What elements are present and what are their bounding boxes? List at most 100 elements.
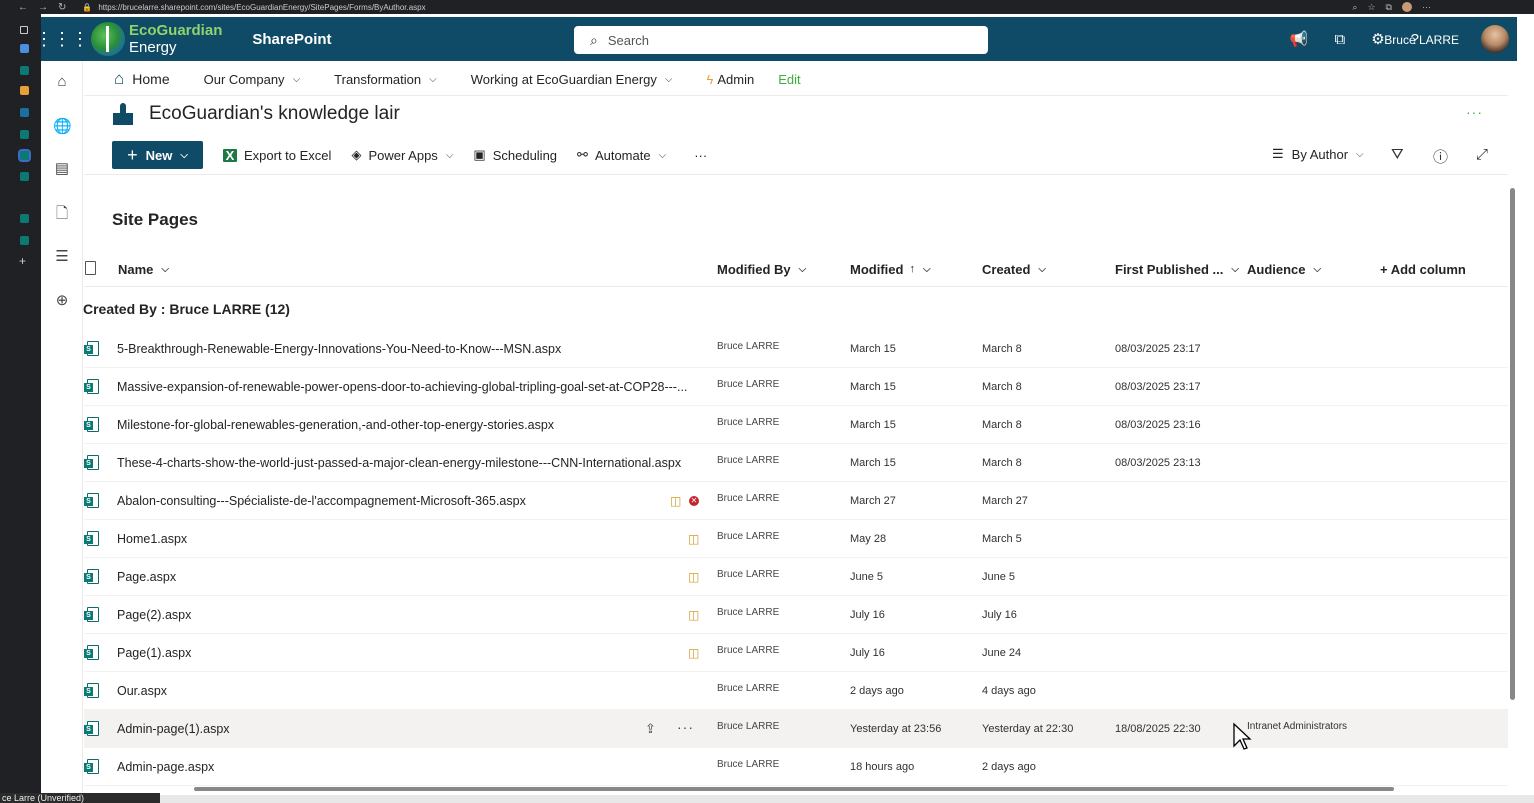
power-apps-button[interactable]: ◈ Power Apps ⌵ <box>351 147 453 163</box>
share-icon[interactable]: ⇪ <box>645 721 656 737</box>
column-header-modified-by[interactable]: Modified By ⌵ <box>717 260 806 278</box>
table-row[interactable]: S Page(1).aspx ◫ Bruce LARRE July 16 Jun… <box>84 634 1508 672</box>
home-icon[interactable]: ⌂ <box>53 73 71 91</box>
modified-by-cell[interactable]: Bruce LARRE <box>717 531 779 542</box>
news-icon[interactable]: ▤ <box>53 159 71 177</box>
back-icon[interactable]: ← <box>18 2 28 13</box>
refresh-icon[interactable]: ↻ <box>58 2 66 13</box>
lists-icon[interactable]: ☰ <box>53 247 71 265</box>
export-to-excel-button[interactable]: X Export to Excel <box>223 148 331 163</box>
tab-favicon[interactable] <box>20 108 29 117</box>
file-name-link[interactable]: Admin-page.aspx <box>117 760 214 774</box>
modified-by-cell[interactable]: Bruce LARRE <box>717 341 779 352</box>
profile-avatar[interactable] <box>1401 1 1412 12</box>
favorite-icon[interactable]: ☆ <box>1367 2 1375 13</box>
file-name-link[interactable]: Admin-page(1).aspx <box>117 722 230 736</box>
tab-favicon[interactable] <box>20 86 29 95</box>
column-header-created[interactable]: Created ⌵ <box>982 260 1046 278</box>
modified-by-cell[interactable]: Bruce LARRE <box>717 417 779 428</box>
column-header-name[interactable]: Name ⌵ <box>118 260 169 278</box>
app-launcher-icon[interactable]: ⋮⋮⋮ <box>35 29 89 50</box>
globe-icon[interactable]: 🌐 <box>53 117 72 135</box>
hub-item-transformation[interactable]: Transformation ⌵ <box>334 72 437 87</box>
hub-item-working-at[interactable]: Working at EcoGuardian Energy ⌵ <box>471 72 673 87</box>
connections-icon[interactable]: ⧉ <box>1334 31 1345 48</box>
hub-home-link[interactable]: ⌂ Home <box>114 69 170 89</box>
group-header[interactable]: Created By : Bruce LARRE (12) <box>83 301 290 317</box>
expand-icon[interactable]: ⤢ <box>1476 146 1488 163</box>
horizontal-scrollbar[interactable] <box>84 784 1508 792</box>
modified-by-cell[interactable]: Bruce LARRE <box>717 645 779 656</box>
browser-menu-icon[interactable]: ··· <box>1422 2 1431 13</box>
scheduling-button[interactable]: ▣ Scheduling <box>473 147 557 163</box>
vertical-scrollbar[interactable] <box>1508 178 1516 790</box>
hub-item-admin[interactable]: ϟ Admin <box>706 72 754 87</box>
tab-sharepoint-icon[interactable] <box>20 214 29 223</box>
row-more-icon[interactable]: ··· <box>677 719 694 735</box>
modified-by-cell[interactable]: Bruce LARRE <box>717 759 779 770</box>
checked-out-icon[interactable]: ◫ <box>688 570 699 584</box>
tab-sharepoint-icon[interactable] <box>20 130 29 139</box>
new-tab-icon[interactable]: + <box>19 254 26 268</box>
tab-sharepoint-active-icon[interactable] <box>18 149 31 162</box>
hub-item-our-company[interactable]: Our Company ⌵ <box>204 72 301 87</box>
more-options-icon[interactable]: ··· <box>1466 104 1483 120</box>
scrollbar-thumb[interactable] <box>194 787 1394 791</box>
tab-sharepoint-icon[interactable] <box>20 66 29 75</box>
file-name-link[interactable]: Page.aspx <box>117 570 176 584</box>
file-name-link[interactable]: Home1.aspx <box>117 532 187 546</box>
file-name-link[interactable]: These-4-charts-show-the-world-just-passe… <box>117 456 681 470</box>
gear-icon[interactable]: ⚙ <box>1371 30 1384 48</box>
modified-by-cell[interactable]: Bruce LARRE <box>717 455 779 466</box>
modified-by-cell[interactable]: Bruce LARRE <box>717 569 779 580</box>
table-row[interactable]: S Abalon-consulting---Spécialiste-de-l'a… <box>84 482 1508 520</box>
modified-by-cell[interactable]: Bruce LARRE <box>717 379 779 390</box>
column-header-first-published[interactable]: First Published ... ⌵ <box>1115 260 1239 278</box>
extensions-icon[interactable]: ⧉ <box>1386 2 1392 13</box>
table-row[interactable]: S Our.aspx Bruce LARRE 2 days ago 4 days… <box>84 672 1508 710</box>
table-row[interactable]: S Page.aspx ◫ Bruce LARRE June 5 June 5 <box>84 558 1508 596</box>
file-name-link[interactable]: Page(1).aspx <box>117 646 191 660</box>
address-bar[interactable]: 🔒 https://brucelarre.sharepoint.com/site… <box>82 1 1322 13</box>
site-title-text[interactable]: EcoGuardian's knowledge lair <box>149 103 400 125</box>
column-header-modified[interactable]: Modified ↑ ⌵ <box>850 260 931 278</box>
tab-sharepoint-icon[interactable] <box>20 236 29 245</box>
edit-nav-link[interactable]: Edit <box>778 72 800 87</box>
file-name-link[interactable]: Our.aspx <box>117 684 167 698</box>
modified-by-cell[interactable]: Bruce LARRE <box>717 607 779 618</box>
table-row[interactable]: S These-4-charts-show-the-world-just-pas… <box>84 444 1508 482</box>
add-column-button[interactable]: + Add column <box>1380 260 1466 278</box>
column-header-audience[interactable]: Audience ⌵ <box>1247 260 1321 278</box>
files-icon[interactable]: 🗋 <box>53 203 71 222</box>
file-name-link[interactable]: Massive-expansion-of-renewable-power-ope… <box>117 380 687 394</box>
view-selector[interactable]: ☰ By Author ⌵ <box>1272 146 1364 162</box>
table-row[interactable]: S Admin-page.aspx Bruce LARRE 18 hours a… <box>84 748 1508 786</box>
file-name-link[interactable]: Abalon-consulting---Spécialiste-de-l'acc… <box>117 494 526 508</box>
automate-button[interactable]: ⚯ Automate ⌵ <box>577 147 666 163</box>
checked-out-icon[interactable]: ◫ <box>688 608 699 622</box>
modified-by-cell[interactable]: Bruce LARRE <box>717 493 779 504</box>
new-button[interactable]: + New ⌵ <box>112 141 203 169</box>
table-row[interactable]: S Home1.aspx ◫ Bruce LARRE May 28 March … <box>84 520 1508 558</box>
modified-by-cell[interactable]: Bruce LARRE <box>717 683 779 694</box>
app-name[interactable]: SharePoint <box>252 31 331 48</box>
avatar[interactable] <box>1481 25 1509 53</box>
table-row[interactable]: S 5-Breakthrough-Renewable-Energy-Innova… <box>84 330 1508 368</box>
tab-sharepoint-icon[interactable] <box>20 172 29 181</box>
file-type-header-icon[interactable] <box>85 261 96 275</box>
more-commands-icon[interactable]: ··· <box>694 148 707 163</box>
scrollbar-thumb[interactable] <box>1510 188 1515 700</box>
file-name-link[interactable]: Milestone-for-global-renewables-generati… <box>117 418 554 432</box>
table-row[interactable]: S Page(2).aspx ◫ Bruce LARRE July 16 Jul… <box>84 596 1508 634</box>
create-icon[interactable]: ⊕ <box>53 291 71 309</box>
filter-icon[interactable]: ⛛ <box>1391 146 1404 163</box>
tab-favicon[interactable] <box>20 44 29 53</box>
checked-out-icon[interactable]: ◫ <box>688 532 699 546</box>
site-logo[interactable]: EcoGuardian Energy <box>91 22 222 56</box>
modified-by-cell[interactable]: Bruce LARRE <box>717 721 779 732</box>
table-row[interactable]: S Milestone-for-global-renewables-genera… <box>84 406 1508 444</box>
error-icon[interactable]: ✕ <box>689 496 699 506</box>
table-row-hovered[interactable]: S Admin-page(1).aspx ⇪ ··· Bruce LARRE Y… <box>84 710 1508 748</box>
tab-actions-icon[interactable] <box>20 26 28 34</box>
forward-icon[interactable]: → <box>38 2 48 13</box>
